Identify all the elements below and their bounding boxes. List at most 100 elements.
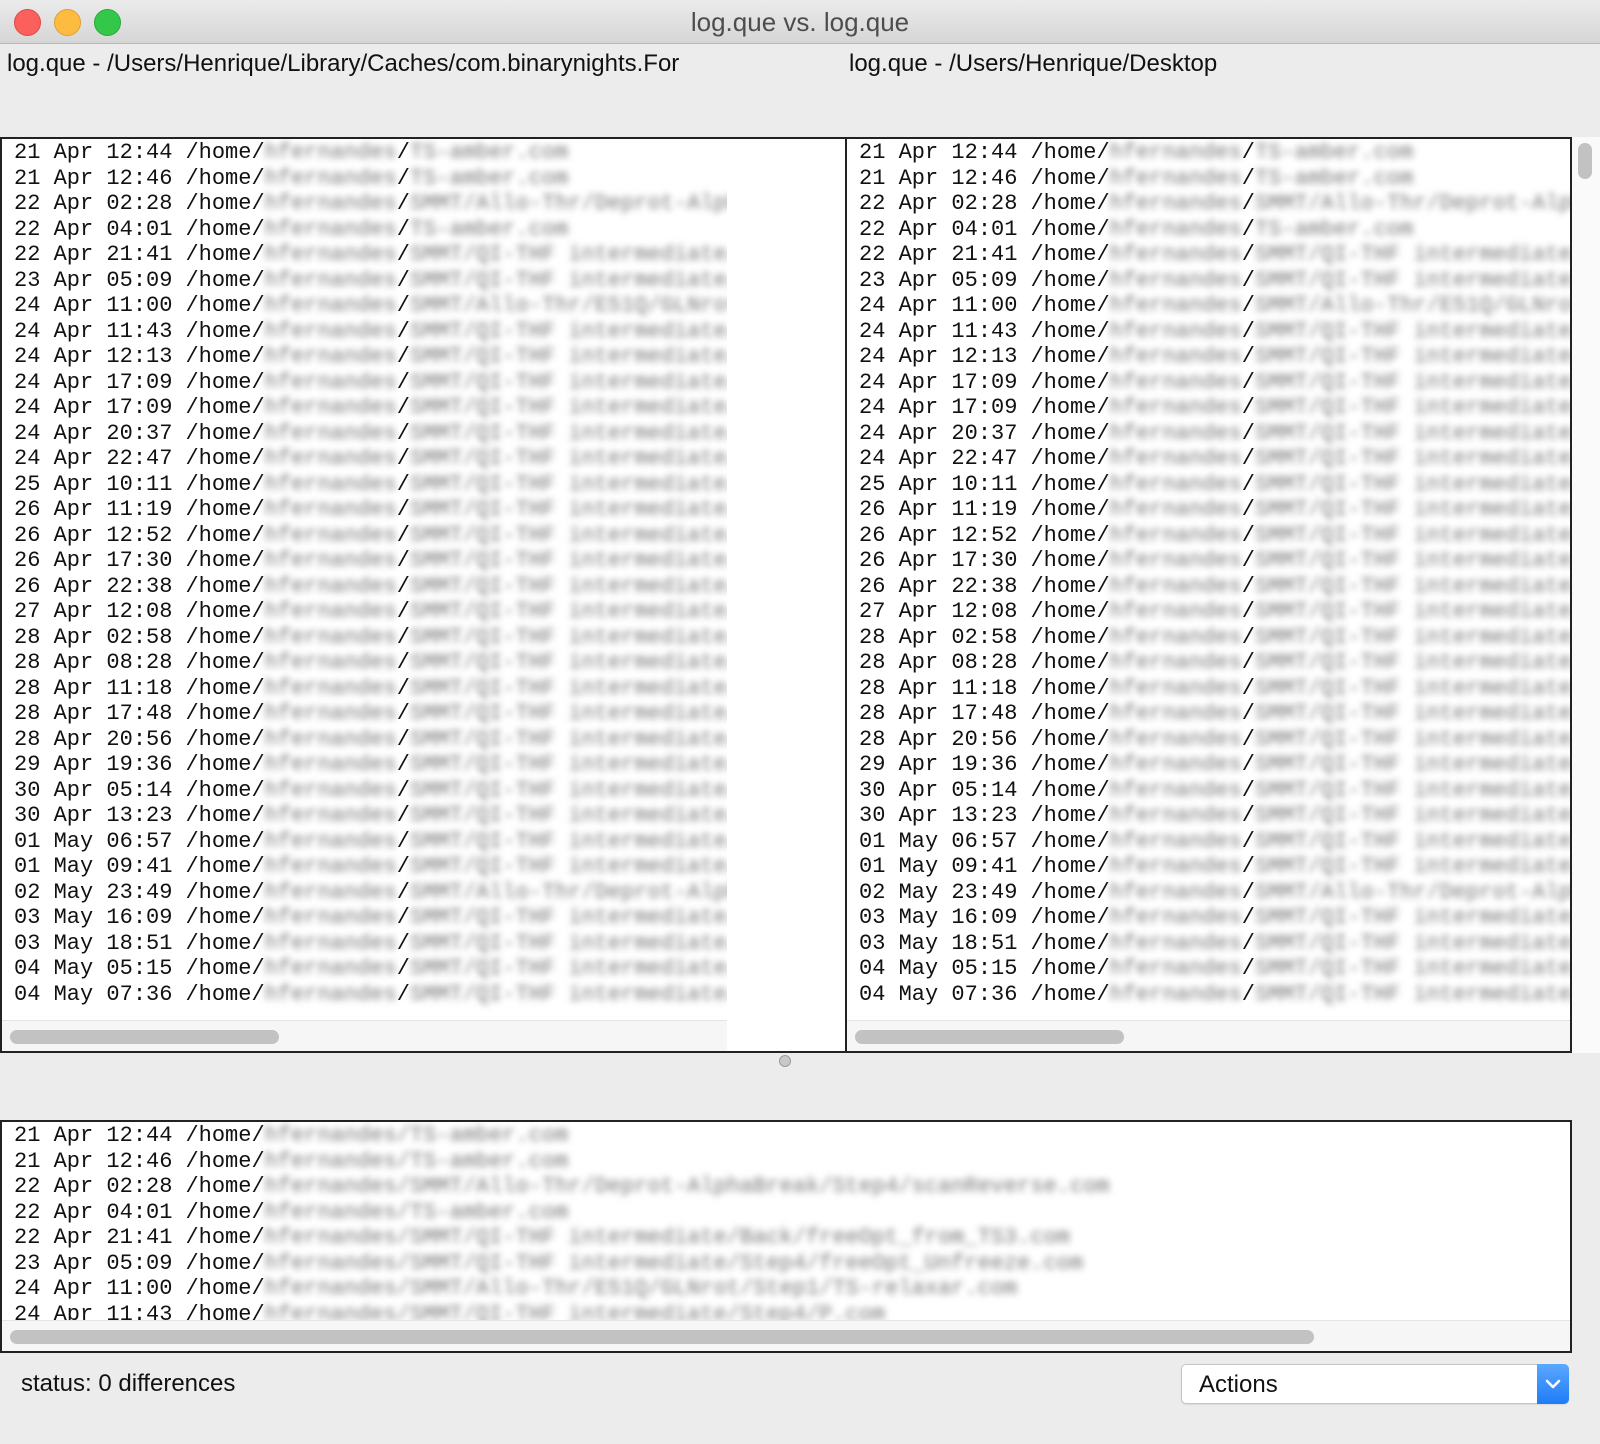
right-horizontal-scrollbar[interactable]	[847, 1020, 1570, 1051]
log-line[interactable]: 26 Apr 22:38/home/hfernandes/SMMT/QI-THF…	[859, 574, 1570, 600]
left-horizontal-scrollbar[interactable]	[2, 1020, 727, 1051]
right-scroll-thumb[interactable]	[855, 1030, 1124, 1044]
log-line[interactable]: 28 Apr 17:48/home/hfernandes/SMMT/QI-THF…	[859, 701, 1570, 727]
right-compare-pane[interactable]: 21 Apr 12:44/home/hfernandes/TS-amber.co…	[845, 137, 1572, 1053]
log-line[interactable]: 26 Apr 11:19/home/hfernandes/SMMT/QI-THF…	[14, 497, 727, 523]
log-line[interactable]: 01 May 09:41/home/hfernandes/SMMT/QI-THF…	[859, 854, 1570, 880]
log-line[interactable]: 28 Apr 20:56/home/hfernandes/SMMT/QI-THF…	[859, 727, 1570, 753]
log-line[interactable]: 22 Apr 02:28/home/hfernandes/SMMT/Allo-T…	[14, 191, 727, 217]
log-line[interactable]: 29 Apr 19:36/home/hfernandes/SMMT/QI-THF…	[859, 752, 1570, 778]
log-line[interactable]: 22 Apr 04:01/home/hfernandes/TS-amber.co…	[859, 217, 1570, 243]
log-line[interactable]: 28 Apr 02:58/home/hfernandes/SMMT/QI-THF…	[14, 625, 727, 651]
vertical-scrollbar[interactable]	[1572, 137, 1600, 1053]
log-line[interactable]: 21 Apr 12:46/home/hfernandes/TS-amber.co…	[859, 166, 1570, 192]
log-path-prefix: /home/	[185, 1199, 265, 1225]
left-compare-pane[interactable]: 21 Apr 12:44/home/hfernandes/TS-amber.co…	[0, 137, 729, 1053]
log-line[interactable]: 22 Apr 02:28/home/hfernandes/SMMT/Allo-T…	[14, 1174, 1570, 1200]
log-line[interactable]: 30 Apr 05:14/home/hfernandes/SMMT/QI-THF…	[14, 778, 727, 804]
left-scroll-thumb[interactable]	[10, 1030, 279, 1044]
log-line[interactable]: 21 Apr 12:46/home/hfernandes/TS-amber.co…	[14, 166, 727, 192]
bottom-scroll-thumb[interactable]	[10, 1330, 1314, 1344]
log-line[interactable]: 27 Apr 12:08/home/hfernandes/SMMT/QI-THF…	[859, 599, 1570, 625]
log-line[interactable]: 02 May 23:49/home/hfernandes/SMMT/Allo-T…	[14, 880, 727, 906]
log-line[interactable]: 02 May 23:49/home/hfernandes/SMMT/Allo-T…	[859, 880, 1570, 906]
log-line[interactable]: 24 Apr 17:09/home/hfernandes/SMMT/QI-THF…	[14, 370, 727, 396]
log-line[interactable]: 22 Apr 02:28/home/hfernandes/SMMT/Allo-T…	[859, 191, 1570, 217]
log-line[interactable]: 26 Apr 12:52/home/hfernandes/SMMT/QI-THF…	[859, 523, 1570, 549]
log-line[interactable]: 21 Apr 12:44/home/hfernandes/TS-amber.co…	[14, 140, 727, 166]
log-line[interactable]: 30 Apr 13:23/home/hfernandes/SMMT/QI-THF…	[859, 803, 1570, 829]
log-line[interactable]: 03 May 18:51/home/hfernandes/SMMT/QI-THF…	[859, 931, 1570, 957]
splitter-handle[interactable]	[779, 1055, 791, 1067]
log-line[interactable]: 25 Apr 10:11/home/hfernandes/SMMT/QI-THF…	[14, 472, 727, 498]
log-line[interactable]: 24 Apr 11:43/home/hfernandes/SMMT/QI-THF…	[14, 319, 727, 345]
log-date: 27 Apr 12:08	[859, 599, 1018, 624]
log-line[interactable]: 26 Apr 17:30/home/hfernandes/SMMT/QI-THF…	[859, 548, 1570, 574]
log-line[interactable]: 24 Apr 12:13/home/hfernandes/SMMT/QI-THF…	[14, 344, 727, 370]
bottom-horizontal-scrollbar[interactable]	[2, 1320, 1570, 1351]
log-line[interactable]: 26 Apr 12:52/home/hfernandes/SMMT/QI-THF…	[14, 523, 727, 549]
log-line[interactable]: 30 Apr 13:23/home/hfernandes/SMMT/QI-THF…	[14, 803, 727, 829]
log-line[interactable]: 27 Apr 12:08/home/hfernandes/SMMT/QI-THF…	[14, 599, 727, 625]
log-line[interactable]: 30 Apr 05:14/home/hfernandes/SMMT/QI-THF…	[859, 778, 1570, 804]
log-line[interactable]: 24 Apr 22:47/home/hfernandes/SMMT/QI-THF…	[859, 446, 1570, 472]
log-line[interactable]: 22 Apr 21:41/home/hfernandes/SMMT/QI-THF…	[14, 1225, 1570, 1251]
log-line[interactable]: 28 Apr 11:18/home/hfernandes/SMMT/QI-THF…	[859, 676, 1570, 702]
log-line[interactable]: 28 Apr 11:18/home/hfernandes/SMMT/QI-THF…	[14, 676, 727, 702]
left-lines: 21 Apr 12:44/home/hfernandes/TS-amber.co…	[14, 140, 727, 1007]
actions-popup-button[interactable]: Actions	[1181, 1364, 1569, 1404]
log-line[interactable]: 24 Apr 17:09/home/hfernandes/SMMT/QI-THF…	[859, 370, 1570, 396]
log-path-prefix: /home/	[1030, 981, 1110, 1007]
log-line[interactable]: 24 Apr 17:09/home/hfernandes/SMMT/QI-THF…	[14, 395, 727, 421]
log-line[interactable]: 26 Apr 17:30/home/hfernandes/SMMT/QI-THF…	[14, 548, 727, 574]
log-line[interactable]: 28 Apr 17:48/home/hfernandes/SMMT/QI-THF…	[14, 701, 727, 727]
log-line[interactable]: 04 May 05:15/home/hfernandes/SMMT/QI-THF…	[859, 956, 1570, 982]
log-line[interactable]: 22 Apr 21:41/home/hfernandes/SMMT/QI-THF…	[859, 242, 1570, 268]
log-path-user: hfernandes	[1109, 981, 1242, 1007]
log-line[interactable]: 23 Apr 05:09/home/hfernandes/SMMT/QI-THF…	[859, 268, 1570, 294]
log-line[interactable]: 03 May 16:09/home/hfernandes/SMMT/QI-THF…	[859, 905, 1570, 931]
log-line[interactable]: 24 Apr 11:43/home/hfernandes/SMMT/QI-THF…	[859, 319, 1570, 345]
log-line[interactable]: 21 Apr 12:46/home/hfernandes/TS-amber.co…	[14, 1149, 1570, 1175]
log-line[interactable]: 22 Apr 04:01/home/hfernandes/TS-amber.co…	[14, 1200, 1570, 1226]
status-label: status:	[21, 1370, 92, 1397]
log-line[interactable]: 24 Apr 11:00/home/hfernandes/SMMT/Allo-T…	[859, 293, 1570, 319]
log-line[interactable]: 24 Apr 11:00/home/hfernandes/SMMT/Allo-T…	[14, 293, 727, 319]
log-line[interactable]: 26 Apr 11:19/home/hfernandes/SMMT/QI-THF…	[859, 497, 1570, 523]
log-path-user: hfernandes	[264, 395, 397, 420]
log-line[interactable]: 23 Apr 05:09/home/hfernandes/SMMT/QI-THF…	[14, 268, 727, 294]
log-line[interactable]: 28 Apr 20:56/home/hfernandes/SMMT/QI-THF…	[14, 727, 727, 753]
log-date: 24 Apr 17:09	[859, 369, 1018, 395]
log-path-rest: SMMT/QI-THF intermediate/Step8/irc.com	[409, 981, 729, 1007]
log-date: 23 Apr 05:09	[14, 1250, 173, 1276]
log-line[interactable]: 24 Apr 17:09/home/hfernandes/SMMT/QI-THF…	[859, 395, 1570, 421]
log-line[interactable]: 22 Apr 04:01/home/hfernandes/TS-amber.co…	[14, 217, 727, 243]
log-line[interactable]: 03 May 16:09/home/hfernandes/SMMT/QI-THF…	[14, 905, 727, 931]
log-line[interactable]: 24 Apr 11:00/home/hfernandes/SMMT/Allo-T…	[14, 1276, 1570, 1302]
log-line[interactable]: 22 Apr 21:41/home/hfernandes/SMMT/QI-THF…	[14, 242, 727, 268]
log-line[interactable]: 01 May 09:41/home/hfernandes/SMMT/QI-THF…	[14, 854, 727, 880]
log-line[interactable]: 24 Apr 12:13/home/hfernandes/SMMT/QI-THF…	[859, 344, 1570, 370]
log-line[interactable]: 28 Apr 08:28/home/hfernandes/SMMT/QI-THF…	[859, 650, 1570, 676]
log-line[interactable]: 24 Apr 20:37/home/hfernandes/SMMT/QI-THF…	[859, 421, 1570, 447]
log-line[interactable]: 04 May 05:15/home/hfernandes/SMMT/QI-THF…	[14, 956, 727, 982]
log-line[interactable]: 25 Apr 10:11/home/hfernandes/SMMT/QI-THF…	[859, 472, 1570, 498]
log-line[interactable]: 28 Apr 02:58/home/hfernandes/SMMT/QI-THF…	[859, 625, 1570, 651]
log-line[interactable]: 24 Apr 20:37/home/hfernandes/SMMT/QI-THF…	[14, 421, 727, 447]
log-line[interactable]: 21 Apr 12:44/home/hfernandes/TS-amber.co…	[14, 1123, 1570, 1149]
log-path-rest: SMMT/QI-THF intermediate/Step4/irc2.com	[409, 446, 729, 471]
log-line[interactable]: 01 May 06:57/home/hfernandes/SMMT/QI-THF…	[14, 829, 727, 855]
log-line[interactable]: 29 Apr 19:36/home/hfernandes/SMMT/QI-THF…	[14, 752, 727, 778]
log-line[interactable]: 26 Apr 22:38/home/hfernandes/SMMT/QI-THF…	[14, 574, 727, 600]
log-line[interactable]: 28 Apr 08:28/home/hfernandes/SMMT/QI-THF…	[14, 650, 727, 676]
merged-output-pane[interactable]: 21 Apr 12:44/home/hfernandes/TS-amber.co…	[0, 1120, 1572, 1353]
log-line[interactable]: 03 May 18:51/home/hfernandes/SMMT/QI-THF…	[14, 931, 727, 957]
log-line[interactable]: 24 Apr 22:47/home/hfernandes/SMMT/QI-THF…	[14, 446, 727, 472]
log-path-rest: TS-amber.com	[1254, 216, 1414, 242]
vertical-scroll-thumb[interactable]	[1578, 143, 1592, 179]
log-line[interactable]: 01 May 06:57/home/hfernandes/SMMT/QI-THF…	[859, 829, 1570, 855]
log-line[interactable]: 23 Apr 05:09/home/hfernandes/SMMT/QI-THF…	[14, 1251, 1570, 1277]
log-line[interactable]: 21 Apr 12:44/home/hfernandes/TS-amber.co…	[859, 140, 1570, 166]
log-line[interactable]: 04 May 07:36/home/hfernandes/SMMT/QI-THF…	[14, 982, 727, 1008]
log-line[interactable]: 04 May 07:36/home/hfernandes/SMMT/QI-THF…	[859, 982, 1570, 1008]
